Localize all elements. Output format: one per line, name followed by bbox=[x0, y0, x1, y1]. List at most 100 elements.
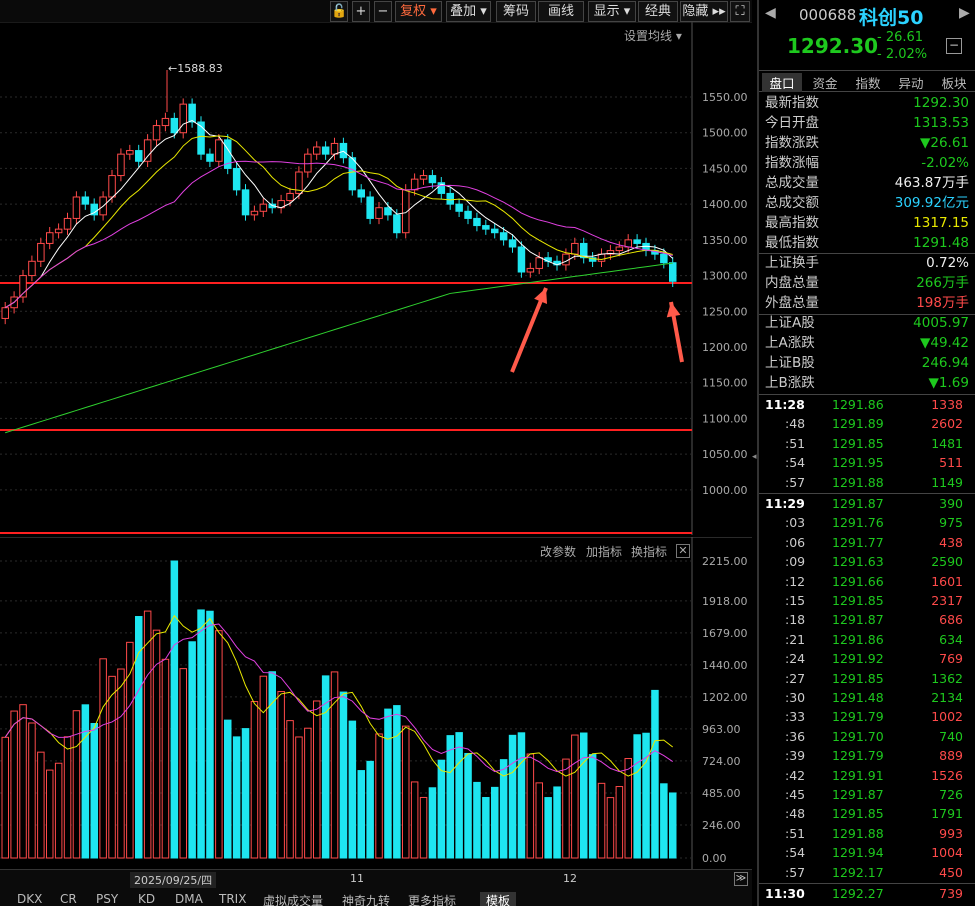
tick-time: :39 bbox=[785, 748, 806, 764]
tick-time: :54 bbox=[785, 845, 806, 861]
tick-row: :39 1291.79 889 bbox=[759, 746, 975, 765]
tab-indicator-5[interactable]: TRIX bbox=[219, 892, 246, 906]
add-indicator-button[interactable]: 加指标 bbox=[586, 543, 622, 560]
tick-time: :48 bbox=[785, 416, 806, 432]
tab-indicator-0[interactable]: DKX bbox=[17, 892, 42, 906]
candle-body bbox=[348, 157, 357, 191]
stat-row: 上证换手 0.72% bbox=[759, 253, 975, 273]
candle-body bbox=[508, 239, 517, 248]
vol-tick-label: 1918.00 bbox=[702, 595, 748, 608]
tick-price: 1291.88 bbox=[832, 825, 884, 841]
volume-bar bbox=[170, 560, 179, 859]
kline-chart[interactable]: 1550.00 1500.00 1450.00 1400.00 1350.00 1300.… bbox=[0, 21, 752, 535]
tab-indicator-9[interactable]: 模板 bbox=[480, 892, 517, 906]
tick-volume: 2590 bbox=[931, 554, 963, 570]
volume-chart[interactable]: 2215.00 1918.00 1679.00 1440.00 1202.00 963.0… bbox=[0, 536, 752, 869]
tick-price: 1291.86 bbox=[832, 397, 884, 412]
xianshi-button[interactable]: 显示 ▾ bbox=[588, 1, 636, 22]
volume-bar bbox=[357, 770, 365, 859]
diejia-button[interactable]: 叠加 ▾ bbox=[446, 1, 491, 22]
stat-label: 今日开盘 bbox=[765, 115, 819, 131]
candle-body bbox=[499, 232, 508, 241]
change-params-button[interactable]: 改参数 bbox=[540, 543, 576, 560]
tick-time: :51 bbox=[785, 825, 806, 841]
tab-indicator-3[interactable]: KD bbox=[138, 892, 155, 906]
volume-bar bbox=[179, 668, 187, 859]
candle-body bbox=[250, 210, 259, 216]
panel-tab-0[interactable]: 盘口 bbox=[762, 73, 802, 92]
volume-bar bbox=[224, 719, 232, 859]
volume-bar bbox=[526, 753, 535, 859]
volume-bar bbox=[464, 752, 472, 859]
volume-bar bbox=[232, 736, 241, 859]
tick-time: :06 bbox=[785, 534, 806, 550]
candle-body bbox=[526, 267, 535, 273]
candle-body bbox=[126, 150, 134, 155]
y-tick-label: 1150.00 bbox=[702, 377, 748, 390]
tab-indicator-4[interactable]: DMA bbox=[175, 892, 203, 906]
panel-collapse-handle-icon[interactable]: ◂ bbox=[752, 452, 757, 482]
volume-bar bbox=[455, 732, 463, 859]
panel-tab-1[interactable]: 资金 bbox=[805, 73, 845, 92]
scroll-right-icon[interactable]: ≫ bbox=[734, 872, 748, 886]
volume-bar bbox=[544, 797, 552, 859]
collapse-icon[interactable]: − bbox=[946, 38, 962, 54]
volume-bar bbox=[161, 658, 170, 859]
volume-bar bbox=[437, 759, 446, 859]
tick-time: :33 bbox=[785, 709, 806, 725]
candle-body bbox=[46, 232, 54, 244]
candle-body bbox=[384, 207, 392, 216]
candle-body bbox=[669, 262, 677, 282]
jingdian-button[interactable]: 经典 bbox=[638, 1, 678, 22]
volume-bar bbox=[517, 732, 526, 859]
tab-indicator-7[interactable]: 神奇九转 bbox=[342, 892, 390, 906]
candle-body bbox=[410, 178, 419, 191]
candle-body bbox=[161, 117, 170, 127]
panel-tab-2[interactable]: 指数 bbox=[848, 73, 888, 92]
prev-stock-icon[interactable]: ◀ bbox=[765, 5, 776, 21]
y-tick-label: 1250.00 bbox=[702, 305, 748, 318]
candle-body bbox=[135, 150, 143, 162]
volume-bar bbox=[348, 720, 357, 859]
ma-settings-button[interactable]: 设置均线 ▾ bbox=[624, 27, 682, 44]
tick-volume: 390 bbox=[939, 496, 963, 511]
chouma-button[interactable]: 筹码 bbox=[496, 1, 536, 22]
lock-button[interactable]: 🔓 bbox=[330, 1, 348, 22]
tab-indicator-8[interactable]: 更多指标 bbox=[408, 892, 456, 906]
volume-bar bbox=[63, 736, 72, 859]
vol-tick-label: 485.00 bbox=[702, 787, 741, 800]
volume-bar bbox=[597, 782, 606, 859]
tab-indicator-2[interactable]: PSY bbox=[96, 892, 118, 906]
tab-indicator-1[interactable]: CR bbox=[60, 892, 77, 906]
vol-tick-label: 1679.00 bbox=[702, 627, 748, 640]
tick-row: :42 1291.91 1526 bbox=[759, 766, 975, 785]
minus-button[interactable]: − bbox=[374, 1, 392, 22]
fullscreen-button[interactable]: ⛶ bbox=[730, 1, 750, 22]
tick-volume: 1362 bbox=[931, 670, 963, 686]
fuquan-button[interactable]: 复权 ▾ bbox=[395, 1, 442, 22]
yincang-button[interactable]: 隐藏 ▸▸ bbox=[680, 1, 728, 22]
close-icon[interactable]: ✕ bbox=[676, 544, 690, 558]
stock-code: 000688 bbox=[799, 6, 857, 24]
tick-price: 1291.95 bbox=[832, 455, 884, 471]
tick-volume: 634 bbox=[939, 631, 963, 647]
candle-body bbox=[357, 189, 365, 198]
tick-time: :15 bbox=[785, 593, 806, 608]
tick-row: 11:30 1292.27 739 bbox=[759, 884, 975, 903]
tick-price: 1291.70 bbox=[832, 728, 884, 744]
tick-volume: 2317 bbox=[931, 593, 963, 608]
tick-time: :36 bbox=[785, 728, 806, 744]
candle-body bbox=[108, 175, 116, 198]
month-label-12: 12 bbox=[563, 872, 577, 885]
tab-indicator-6[interactable]: 虚拟成交量 bbox=[263, 892, 323, 906]
tick-time: 11:30 bbox=[765, 886, 805, 901]
panel-tab-4[interactable]: 板块 bbox=[934, 73, 974, 92]
next-stock-icon[interactable]: ▶ bbox=[959, 5, 970, 21]
plus-button[interactable]: + bbox=[352, 1, 370, 22]
panel-tab-3[interactable]: 异动 bbox=[891, 73, 931, 92]
switch-indicator-button[interactable]: 换指标 bbox=[631, 543, 667, 560]
stat-row: 最高指数 1317.15 bbox=[759, 213, 975, 233]
tick-volume: 769 bbox=[939, 651, 963, 667]
huaxian-button[interactable]: 画线 bbox=[538, 1, 584, 22]
volume-bar bbox=[117, 668, 125, 859]
